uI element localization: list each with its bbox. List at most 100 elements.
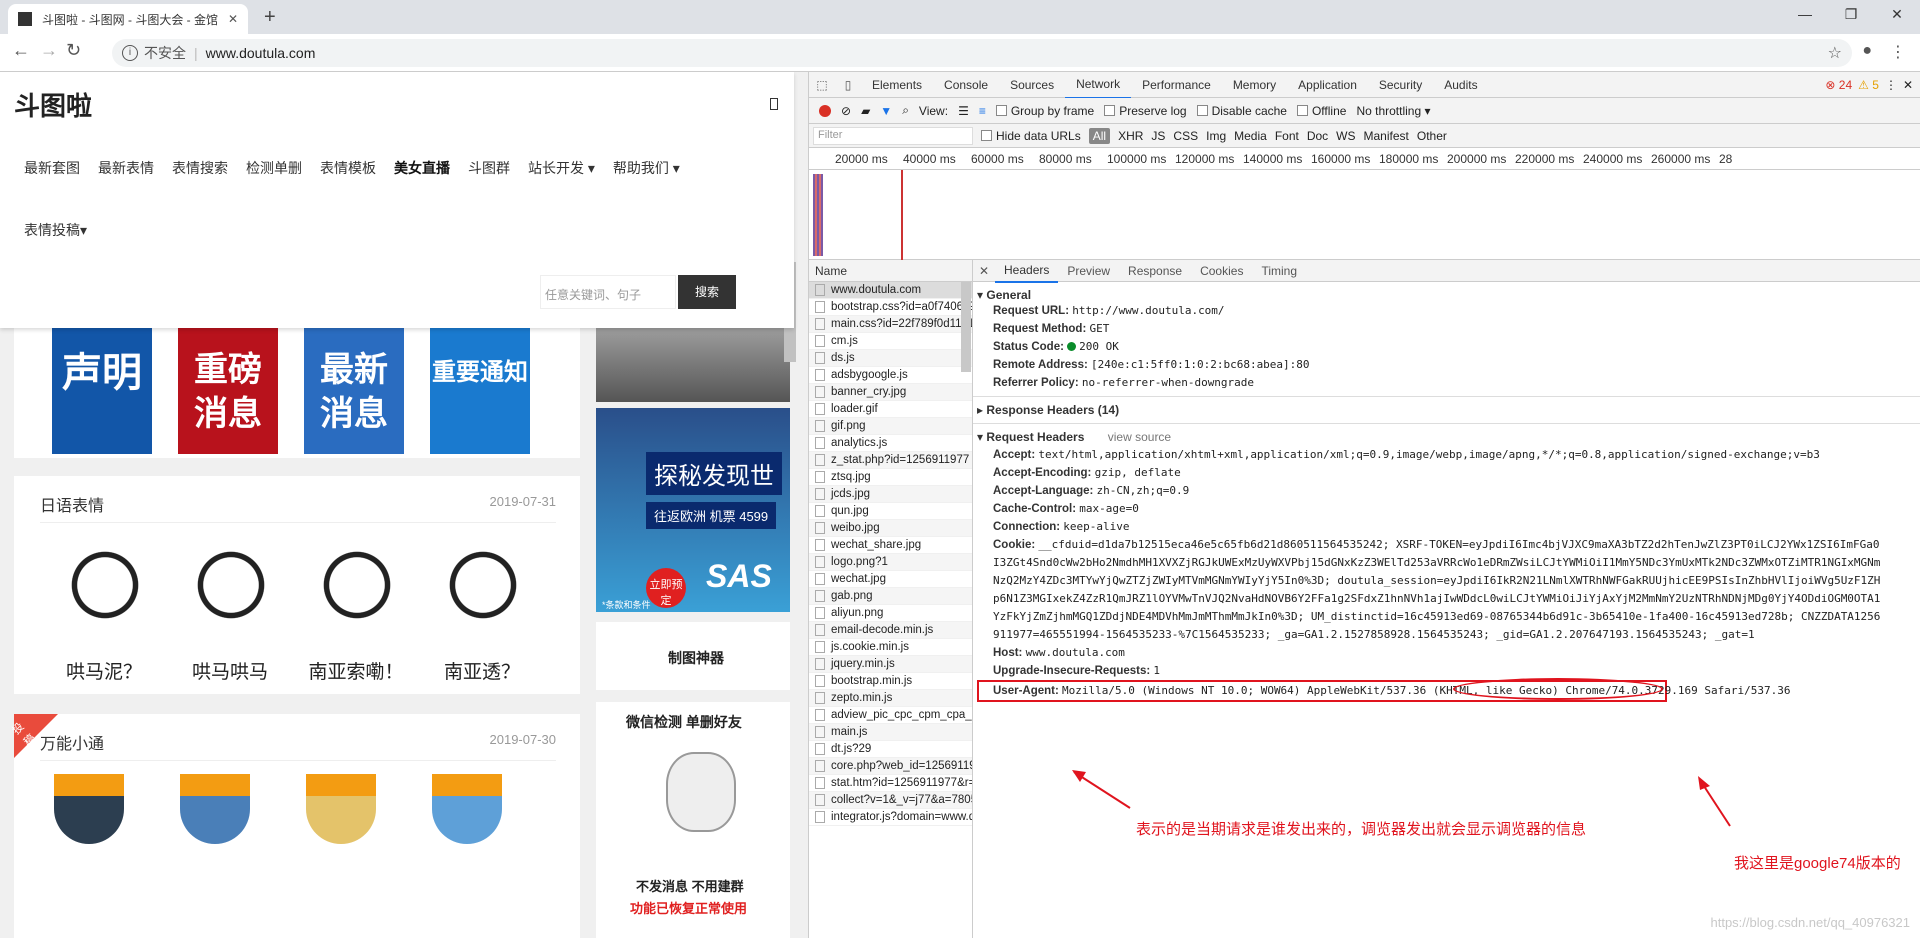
tab-headers[interactable]: Headers [995, 259, 1059, 283]
request-row[interactable]: jquery.min.js [809, 656, 972, 673]
meme-item[interactable]: 南亚索嘞！ [306, 532, 406, 692]
tab-audits[interactable]: Audits [1433, 72, 1488, 98]
type-img[interactable]: Img [1206, 129, 1226, 143]
tab-application[interactable]: Application [1287, 72, 1368, 98]
throttling-select[interactable]: No throttling ▾ [1356, 104, 1430, 118]
devtools-close-icon[interactable]: ✕ [1903, 78, 1913, 92]
record-icon[interactable] [819, 104, 831, 117]
card-title[interactable]: 日语表情 [40, 492, 104, 516]
browser-tab[interactable]: 斗图啦 - 斗图网 - 斗图大会 - 金馆 ✕ [8, 4, 248, 34]
type-ws[interactable]: WS [1336, 129, 1355, 143]
waterfall-icon[interactable]: ≡ [979, 104, 986, 118]
search-input[interactable]: 任意关键词、句子 [540, 275, 676, 309]
nav-item[interactable]: 表情模板 [320, 158, 376, 178]
request-row[interactable]: logo.png?1 [809, 554, 972, 571]
type-css[interactable]: CSS [1173, 129, 1198, 143]
type-xhr[interactable]: XHR [1118, 129, 1143, 143]
minimize-icon[interactable]: — [1782, 0, 1828, 30]
request-row[interactable]: zepto.min.js [809, 690, 972, 707]
restore-icon[interactable]: ❐ [1828, 0, 1874, 30]
request-row[interactable]: email-decode.min.js [809, 622, 972, 639]
tab-timing[interactable]: Timing [1252, 260, 1306, 282]
nav-item[interactable]: 最新套图 [24, 158, 80, 178]
request-row[interactable]: qun.jpg [809, 503, 972, 520]
timeline-overview[interactable] [809, 170, 1920, 260]
request-row[interactable]: gif.png [809, 418, 972, 435]
wechat-ad[interactable]: 微信检测 单删好友 不发消息 不用建群 功能已恢复正常使用 [596, 702, 790, 938]
request-row[interactable]: bootstrap.css?id=a0f7406c9e2 [809, 299, 972, 316]
close-detail-icon[interactable]: ✕ [973, 264, 995, 278]
nav-item[interactable]: 检测单删 [246, 158, 302, 178]
request-row[interactable]: integrator.js?domain=www.do [809, 809, 972, 826]
type-media[interactable]: Media [1234, 129, 1267, 143]
type-all[interactable]: All [1088, 127, 1111, 144]
nav-item-submit[interactable]: 表情投稿▾ [24, 220, 87, 240]
meme-item[interactable]: 哄马哄马 [180, 532, 280, 692]
back-icon[interactable]: ← [12, 40, 30, 61]
nav-item[interactable]: 斗图群 [468, 158, 510, 178]
request-row[interactable]: cm.js [809, 333, 972, 350]
request-row[interactable]: adview_pic_cpc_cpm_cpa_gua. [809, 707, 972, 724]
gif-thumb[interactable] [306, 774, 376, 844]
tab-preview[interactable]: Preview [1058, 260, 1119, 282]
gif-thumb[interactable] [180, 774, 250, 844]
large-rows-icon[interactable]: ☰ [958, 104, 969, 118]
tab-cookies[interactable]: Cookies [1191, 260, 1252, 282]
tab-elements[interactable]: Elements [861, 72, 933, 98]
gif-thumb[interactable] [432, 774, 502, 844]
profile-icon[interactable]: ● [1862, 42, 1872, 62]
request-row[interactable]: adsbygoogle.js [809, 367, 972, 384]
bookmark-star-icon[interactable]: ☆ [1828, 43, 1842, 63]
filter-input[interactable]: Filter [813, 126, 973, 145]
card-title[interactable]: 万能小通 [40, 730, 104, 754]
request-list-scrollbar[interactable] [961, 282, 971, 372]
sas-ad[interactable]: 探秘发现世 往返欧洲 机票 4599 立即预定 SAS *条款和条件 [596, 408, 790, 612]
request-row[interactable]: weibo.jpg [809, 520, 972, 537]
poster-latest[interactable]: 最新消息 [304, 328, 404, 454]
nav-item[interactable]: 表情搜索 [172, 158, 228, 178]
hide-data-urls-checkbox[interactable]: Hide data URLs [981, 129, 1081, 143]
response-headers-toggle[interactable]: ▸ Response Headers (14) [977, 401, 1920, 419]
screenshot-icon[interactable]: ▰ [861, 104, 870, 118]
request-row[interactable]: analytics.js [809, 435, 972, 452]
tab-memory[interactable]: Memory [1222, 72, 1287, 98]
request-headers-toggle[interactable]: ▾ Request Headers view source [977, 428, 1920, 446]
type-font[interactable]: Font [1275, 129, 1299, 143]
clear-icon[interactable]: ⊘ [841, 104, 851, 118]
type-other[interactable]: Other [1417, 129, 1447, 143]
gif-thumb[interactable] [54, 774, 124, 844]
request-row[interactable]: gab.png [809, 588, 972, 605]
general-section-toggle[interactable]: ▾ General [977, 288, 1920, 302]
close-tab-icon[interactable]: ✕ [228, 12, 238, 26]
request-row[interactable]: wechat.jpg [809, 571, 972, 588]
issue-counters[interactable]: ⊗ 24 ⚠ 5 ⋮ ✕ [1825, 78, 1920, 92]
tab-sources[interactable]: Sources [999, 72, 1065, 98]
search-icon[interactable]: ⌕ [902, 103, 909, 118]
request-row[interactable]: stat.htm?id=1256911977&r=8 [809, 775, 972, 792]
devtools-menu-icon[interactable]: ⋮ [1885, 78, 1897, 92]
name-column-header[interactable]: Name [809, 260, 972, 282]
nav-item[interactable]: 最新表情 [98, 158, 154, 178]
meme-item[interactable]: 南亚透？ [432, 532, 532, 692]
request-row[interactable]: aliyun.png [809, 605, 972, 622]
poster-news[interactable]: 重磅消息 [178, 328, 278, 454]
preserve-log-checkbox[interactable]: Preserve log [1104, 104, 1187, 118]
poster-important[interactable]: 重要通知 [430, 328, 530, 454]
tab-performance[interactable]: Performance [1131, 72, 1222, 98]
request-row[interactable]: banner_cry.jpg [809, 384, 972, 401]
info-icon[interactable]: i [122, 45, 138, 61]
tab-response[interactable]: Response [1119, 260, 1191, 282]
tab-network[interactable]: Network [1065, 71, 1132, 99]
request-row[interactable]: ztsq.jpg [809, 469, 972, 486]
type-doc[interactable]: Doc [1307, 129, 1328, 143]
address-bar[interactable]: i 不安全 | www.doutula.com ☆ [112, 39, 1852, 67]
request-row[interactable]: collect?v=1&_v=j77&a=78056 [809, 792, 972, 809]
request-row[interactable]: z_stat.php?id=1256911977 [809, 452, 972, 469]
request-row[interactable]: core.php?web_id=1256911977 [809, 758, 972, 775]
nav-item-active[interactable]: 美女直播 [394, 158, 450, 178]
reload-icon[interactable]: ↻ [66, 40, 81, 61]
menu-toggle-icon[interactable] [770, 98, 778, 110]
request-row[interactable]: main.css?id=22f789f0d1171f0. [809, 316, 972, 333]
device-toggle-icon[interactable]: ▯ [835, 78, 861, 92]
poster-notice[interactable]: 声明 [52, 328, 152, 454]
